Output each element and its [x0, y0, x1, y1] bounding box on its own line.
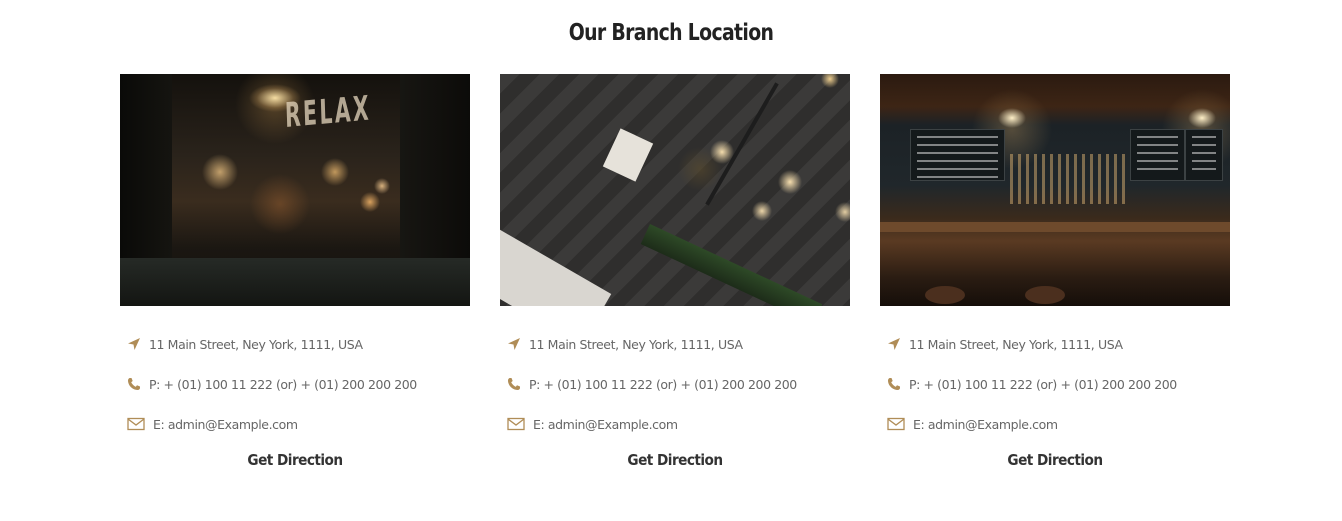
section-title: Our Branch Location: [568, 20, 774, 46]
branch-phone: P: + (01) 100 11 222 (or) + (01) 200 200…: [887, 375, 1230, 415]
branch-card-2: 11 Main Street, Ney York, 1111, USA P: +…: [500, 74, 850, 469]
address-text: 11 Main Street, Ney York, 1111, USA: [909, 337, 1123, 352]
phone-icon: [507, 375, 529, 393]
phone-text: P: + (01) 100 11 222 (or) + (01) 200 200…: [149, 377, 417, 392]
get-direction-button[interactable]: Get Direction: [141, 451, 449, 469]
get-direction-button[interactable]: Get Direction: [521, 451, 829, 469]
phone-icon: [127, 375, 149, 393]
branch-email: E: admin@Example.com: [127, 415, 470, 455]
phone-icon: [887, 375, 909, 393]
branch-address: 11 Main Street, Ney York, 1111, USA: [887, 335, 1230, 375]
branch-phone: P: + (01) 100 11 222 (or) + (01) 200 200…: [127, 375, 470, 415]
envelope-icon: [887, 415, 913, 433]
get-direction-button[interactable]: Get Direction: [901, 451, 1209, 469]
envelope-icon: [507, 415, 533, 433]
envelope-icon: [127, 415, 153, 433]
branch-photo-1: RELAX: [120, 74, 470, 306]
branch-address: 11 Main Street, Ney York, 1111, USA: [127, 335, 470, 375]
address-text: 11 Main Street, Ney York, 1111, USA: [529, 337, 743, 352]
address-text: 11 Main Street, Ney York, 1111, USA: [149, 337, 363, 352]
location-arrow-icon: [507, 335, 529, 353]
relax-sign: RELAX: [284, 88, 372, 136]
branch-phone: P: + (01) 100 11 222 (or) + (01) 200 200…: [507, 375, 850, 415]
phone-text: P: + (01) 100 11 222 (or) + (01) 200 200…: [909, 377, 1177, 392]
branch-card-1: RELAX 11 Main Street, Ney York, 1111, US…: [120, 74, 470, 469]
branch-photo-2: [500, 74, 850, 306]
branch-email: E: admin@Example.com: [887, 415, 1230, 455]
email-text: E: admin@Example.com: [913, 417, 1058, 432]
location-arrow-icon: [887, 335, 909, 353]
branch-address: 11 Main Street, Ney York, 1111, USA: [507, 335, 850, 375]
phone-text: P: + (01) 100 11 222 (or) + (01) 200 200…: [529, 377, 797, 392]
branch-email: E: admin@Example.com: [507, 415, 850, 455]
email-text: E: admin@Example.com: [153, 417, 298, 432]
email-text: E: admin@Example.com: [533, 417, 678, 432]
location-arrow-icon: [127, 335, 149, 353]
branch-card-3: 11 Main Street, Ney York, 1111, USA P: +…: [880, 74, 1230, 469]
branch-photo-3: [880, 74, 1230, 306]
